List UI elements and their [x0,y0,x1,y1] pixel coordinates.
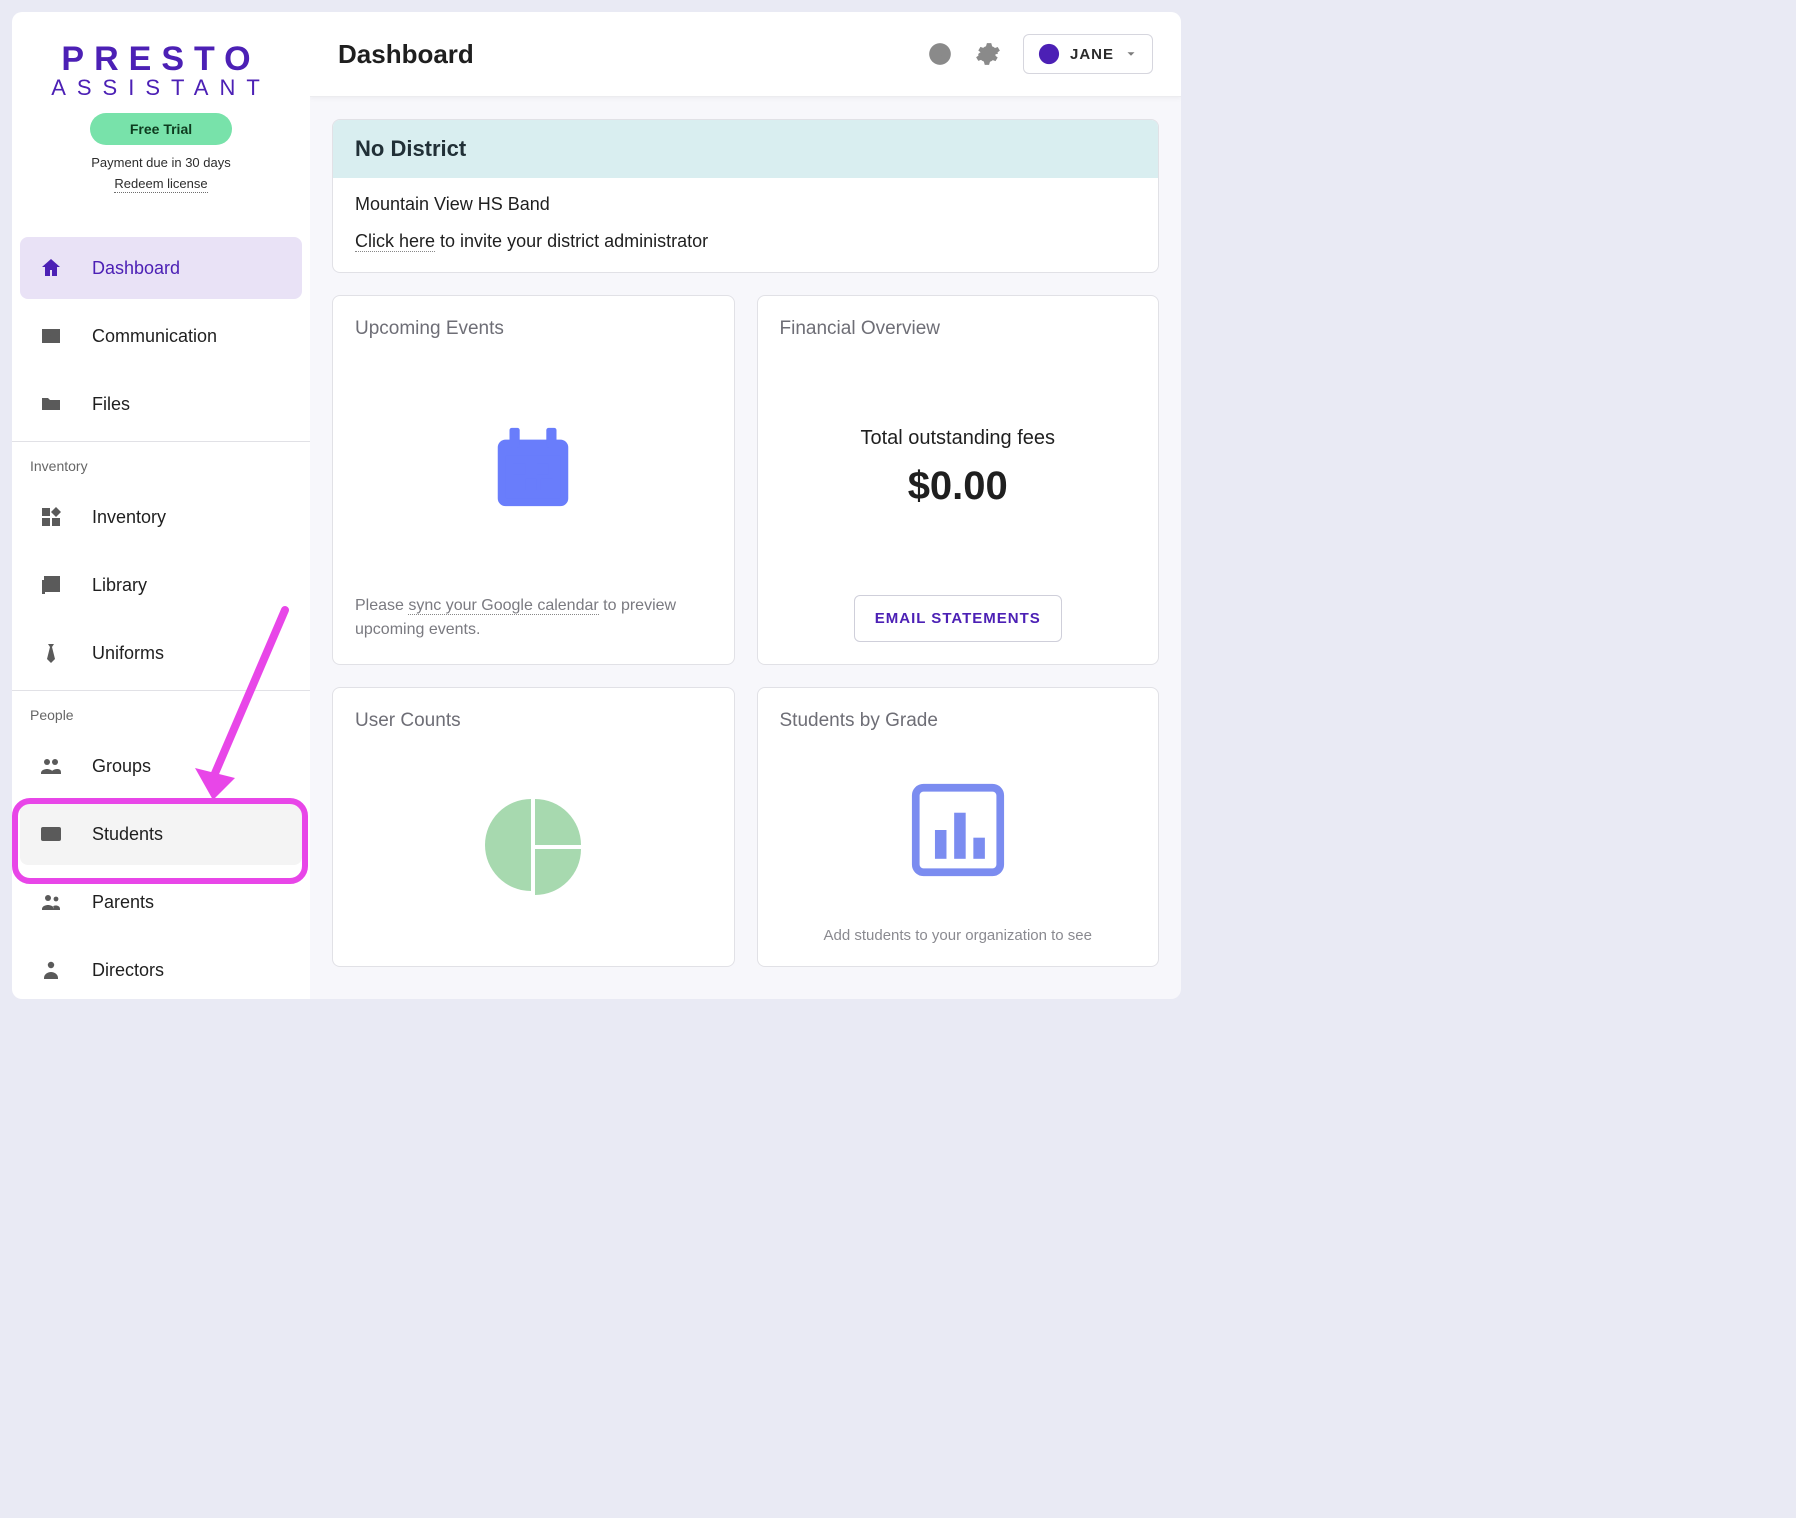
sidebar-item-label: Uniforms [92,643,164,664]
card-title: Upcoming Events [355,318,712,340]
sidebar-item-label: Parents [92,892,154,913]
outstanding-fees-amount: $0.00 [908,464,1008,509]
sidebar-item-directors[interactable]: Directors [20,939,302,999]
sidebar-item-communication[interactable]: Communication [20,305,302,367]
invite-line: Click here to invite your district admin… [355,231,1136,252]
trial-chip: Free Trial [90,113,232,145]
trial-due-text: Payment due in 30 days [36,155,286,170]
svg-text:?: ? [935,46,944,63]
upcoming-events-card: Upcoming Events [332,295,735,665]
calendar-icon [486,420,580,514]
students-by-grade-card: Students by Grade Add students to your o… [757,687,1160,967]
redeem-license-link[interactable]: Redeem license [114,176,207,193]
id-badge-icon [38,821,64,847]
by-grade-empty-note: Add students to your organization to see [780,927,1137,944]
page-title: Dashboard [338,39,474,70]
sidebar-item-label: Communication [92,326,217,347]
user-counts-card: User Counts [332,687,735,967]
sidebar-item-students[interactable]: Students [20,803,302,865]
sidebar: PRESTO ASSISTANT Free Trial Payment due … [12,12,310,999]
card-title: Financial Overview [780,318,1137,340]
widgets-icon [38,504,64,530]
sidebar-item-groups[interactable]: Groups [20,735,302,797]
tie-icon [38,640,64,666]
sidebar-item-label: Directors [92,960,164,981]
topbar-actions: ? JANE [927,34,1153,74]
sync-calendar-link[interactable]: sync your Google calendar [408,597,598,615]
divider [12,441,310,442]
mail-icon [38,323,64,349]
sidebar-item-label: Groups [92,756,151,777]
chevron-down-icon [1124,47,1138,61]
pie-chart-icon [483,797,583,897]
invite-rest: to invite your district administrator [435,231,708,251]
brand-line1: PRESTO [36,40,286,79]
card-title: User Counts [355,710,712,732]
invite-district-link[interactable]: Click here [355,231,435,252]
sidebar-item-label: Dashboard [92,258,180,279]
outstanding-fees-label: Total outstanding fees [860,427,1055,450]
user-menu[interactable]: JANE [1023,34,1153,74]
library-icon [38,572,64,598]
sidebar-item-library[interactable]: Library [20,554,302,616]
gear-icon[interactable] [975,41,1001,67]
groups-icon [38,753,64,779]
main-area: Dashboard ? JANE [310,12,1181,999]
avatar-icon [1038,43,1060,65]
sidebar-item-label: Library [92,575,147,596]
sidebar-item-label: Files [92,394,130,415]
user-name: JANE [1070,46,1114,63]
people-icon [38,889,64,915]
bar-chart-icon [910,782,1006,878]
content: No District Mountain View HS Band Click … [310,97,1181,989]
home-icon [38,255,64,281]
sidebar-item-label: Inventory [92,507,166,528]
folder-icon [38,391,64,417]
help-icon[interactable]: ? [927,41,953,67]
topbar: Dashboard ? JANE [310,12,1181,97]
section-inventory-title: Inventory [12,444,310,480]
district-card: No District Mountain View HS Band Click … [332,119,1159,273]
brand-line2: ASSISTANT [36,75,286,101]
sidebar-item-dashboard[interactable]: Dashboard [20,237,302,299]
district-heading: No District [333,120,1158,178]
sidebar-nav: Dashboard Communication Files Inventory [12,231,310,999]
section-people-title: People [12,693,310,729]
org-name: Mountain View HS Band [355,194,1136,215]
financial-overview-card: Financial Overview Total outstanding fee… [757,295,1160,665]
sidebar-item-label: Students [92,824,163,845]
divider [12,690,310,691]
card-title: Students by Grade [780,710,1137,732]
brand-logo: PRESTO ASSISTANT Free Trial Payment due … [12,12,310,205]
sidebar-item-parents[interactable]: Parents [20,871,302,933]
events-empty-note: Please sync your Google calendar to prev… [355,594,712,642]
sidebar-item-inventory[interactable]: Inventory [20,486,302,548]
sidebar-item-files[interactable]: Files [20,373,302,435]
person-icon [38,957,64,983]
sidebar-item-uniforms[interactable]: Uniforms [20,622,302,684]
email-statements-button[interactable]: EMAIL STATEMENTS [854,595,1062,642]
